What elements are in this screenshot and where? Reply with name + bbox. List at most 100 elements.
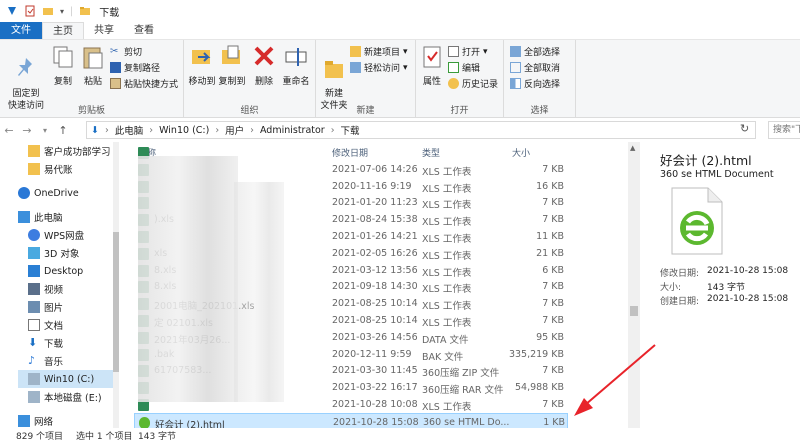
nav-item-videos[interactable]: 视频 xyxy=(28,280,63,298)
nav-item-music[interactable]: ♪ 音乐 xyxy=(28,352,63,370)
video-icon xyxy=(28,283,40,295)
new-folder-button[interactable]: 新建 文件夹 xyxy=(320,44,348,112)
delete-button[interactable]: 删除 xyxy=(252,44,276,88)
nav-item-onedrive[interactable]: OneDrive xyxy=(18,184,79,202)
breadcrumb-users[interactable]: 用户 xyxy=(225,123,244,137)
search-input[interactable]: 搜索"下 xyxy=(768,121,800,139)
paste-label: 粘贴 xyxy=(83,77,102,87)
file-size: 7 KB xyxy=(542,298,564,310)
breadcrumb-downloads[interactable]: 下载 xyxy=(341,123,360,137)
nav-item-this-pc[interactable]: 此电脑 xyxy=(18,208,63,226)
file-date: 2021-09-18 14:30 xyxy=(332,281,418,293)
tab-home[interactable]: 主页 xyxy=(42,22,84,39)
cut-label: 剪切 xyxy=(124,48,143,58)
paste-shortcut-button[interactable]: 粘贴快捷方式 xyxy=(110,77,178,90)
copy-button[interactable]: 复制 xyxy=(50,44,76,88)
file-type: XLS 工作表 xyxy=(422,250,472,262)
delete-icon xyxy=(254,46,274,66)
new-folder-quick-icon[interactable] xyxy=(42,5,54,17)
scroll-up-icon[interactable]: ▲ xyxy=(630,144,635,152)
tab-view[interactable]: 查看 xyxy=(124,22,164,39)
cloud-icon xyxy=(28,229,40,241)
invert-selection-button[interactable]: 反向选择 xyxy=(510,77,560,90)
nav-item-yidaizhang[interactable]: 易代账 xyxy=(28,160,73,178)
file-list: 名称 修改日期 类型 大小 2021-07-06 14:26XLS 工作表7 K… xyxy=(134,142,628,428)
address-bar[interactable]: ⬇ › 此电脑 › Win10 (C:) › 用户 › Administrato… xyxy=(86,121,756,139)
move-to-label: 移动到 xyxy=(188,77,216,87)
cut-button[interactable]: ✂ 剪切 xyxy=(110,45,142,58)
nav-item-desktop[interactable]: Desktop xyxy=(28,262,83,280)
new-item-button[interactable]: 新建项目 ▾ xyxy=(350,45,408,58)
select-all-button[interactable]: 全部选择 xyxy=(510,45,560,58)
separator: › xyxy=(149,124,154,136)
nav-item-customer-success[interactable]: 客户成功部学习 xyxy=(28,142,111,160)
edit-button[interactable]: 编辑 xyxy=(448,61,480,74)
file-date: 2021-03-26 14:56 xyxy=(332,331,418,343)
easy-access-label: 轻松访问 xyxy=(364,64,401,74)
title-bar: ▾ | 下载 xyxy=(0,0,800,22)
explorer-icon[interactable] xyxy=(6,5,18,17)
properties-icon xyxy=(423,46,441,68)
file-size: 7 KB xyxy=(542,365,564,377)
nav-item-local-disk-e[interactable]: 本地磁盘 (E:) xyxy=(28,388,102,406)
download-icon: ⬇ xyxy=(28,336,38,349)
tab-file[interactable]: 文件 xyxy=(0,22,42,39)
copy-path-button[interactable]: 复制路径 xyxy=(110,61,160,74)
file-size: 335,219 KB xyxy=(508,348,564,360)
copy-to-label: 复制到 xyxy=(218,77,246,87)
tab-share[interactable]: 共享 xyxy=(84,22,124,39)
file-type: DATA 文件 xyxy=(422,334,469,346)
nav-item-wps[interactable]: WPS网盘 xyxy=(28,226,84,244)
nav-item-pictures[interactable]: 图片 xyxy=(28,298,63,316)
nav-item-win10-c[interactable]: Win10 (C:) xyxy=(18,370,114,388)
file-size: 16 KB xyxy=(536,180,564,192)
status-bar: 829 个项目 选中 1 个项目 143 字节 xyxy=(0,428,800,442)
recent-locations-icon[interactable]: ▾ xyxy=(36,126,54,135)
copy-to-button[interactable]: 复制到 xyxy=(218,44,246,88)
move-to-button[interactable]: 移动到 xyxy=(188,44,216,88)
preview-modified-value: 2021-10-28 15:08 xyxy=(707,266,789,276)
file-name: 好会计 (2).html xyxy=(155,419,225,428)
properties-button[interactable]: 属性 xyxy=(420,44,444,88)
copy-path-icon xyxy=(110,62,121,73)
nav-scrollbar[interactable] xyxy=(113,142,119,428)
select-none-button[interactable]: 全部取消 xyxy=(510,61,560,74)
breadcrumb-administrator[interactable]: Administrator xyxy=(260,125,325,136)
file-size: 7 KB xyxy=(542,197,564,209)
file-type: XLS 工作表 xyxy=(422,284,472,296)
nav-scrollbar-thumb[interactable] xyxy=(113,232,119,372)
preview-created-value: 2021-10-28 15:08 xyxy=(707,294,789,304)
file-date: 2021-10-28 15:08 xyxy=(333,416,419,428)
paste-shortcut-icon xyxy=(110,78,121,89)
open-button[interactable]: 打开 ▾ xyxy=(448,45,488,58)
separator: | xyxy=(70,5,74,17)
refresh-icon[interactable]: ↻ xyxy=(740,122,749,135)
customize-quick-access-icon[interactable]: ▾ xyxy=(60,7,64,16)
file-size: 54,988 KB xyxy=(514,382,564,394)
copy-label: 复制 xyxy=(53,77,72,87)
history-button[interactable]: 历史记录 xyxy=(448,77,498,90)
up-icon[interactable]: ↑ xyxy=(54,124,72,137)
paste-button[interactable]: 粘贴 xyxy=(80,44,106,88)
nav-item-documents[interactable]: 文档 xyxy=(28,316,63,334)
pin-quick-access-button[interactable]: 固定到 快速访问 xyxy=(6,44,46,112)
preview-file-name: 好会计 (2).html xyxy=(660,153,752,168)
file-list-scrollbar[interactable]: ▲ xyxy=(628,142,640,428)
breadcrumb-drive[interactable]: Win10 (C:) xyxy=(159,125,209,136)
chevron-down-icon: ▾ xyxy=(403,46,408,57)
rename-button[interactable]: 重命名 xyxy=(280,44,312,88)
forward-icon[interactable]: → xyxy=(18,124,36,137)
file-size: 7 KB xyxy=(542,163,564,175)
file-row-selected[interactable]: 好会计 (2).html 2021-10-28 15:08 360 se HTML … xyxy=(134,412,568,428)
breadcrumb-this-pc[interactable]: 此电脑 xyxy=(115,123,144,137)
separator: › xyxy=(330,124,335,136)
back-icon[interactable]: ← xyxy=(0,124,18,137)
nav-item-3d-objects[interactable]: 3D 对象 xyxy=(28,244,79,262)
file-list-scrollbar-thumb[interactable] xyxy=(630,306,638,316)
computer-icon xyxy=(18,211,30,223)
file-size: 7 KB xyxy=(542,214,564,226)
nav-item-downloads[interactable]: ⬇ 下载 xyxy=(28,334,63,352)
file-type: XLS 工作表 xyxy=(422,402,472,413)
easy-access-button[interactable]: 轻松访问 ▾ xyxy=(350,61,408,74)
properties-quick-icon[interactable] xyxy=(24,5,36,17)
